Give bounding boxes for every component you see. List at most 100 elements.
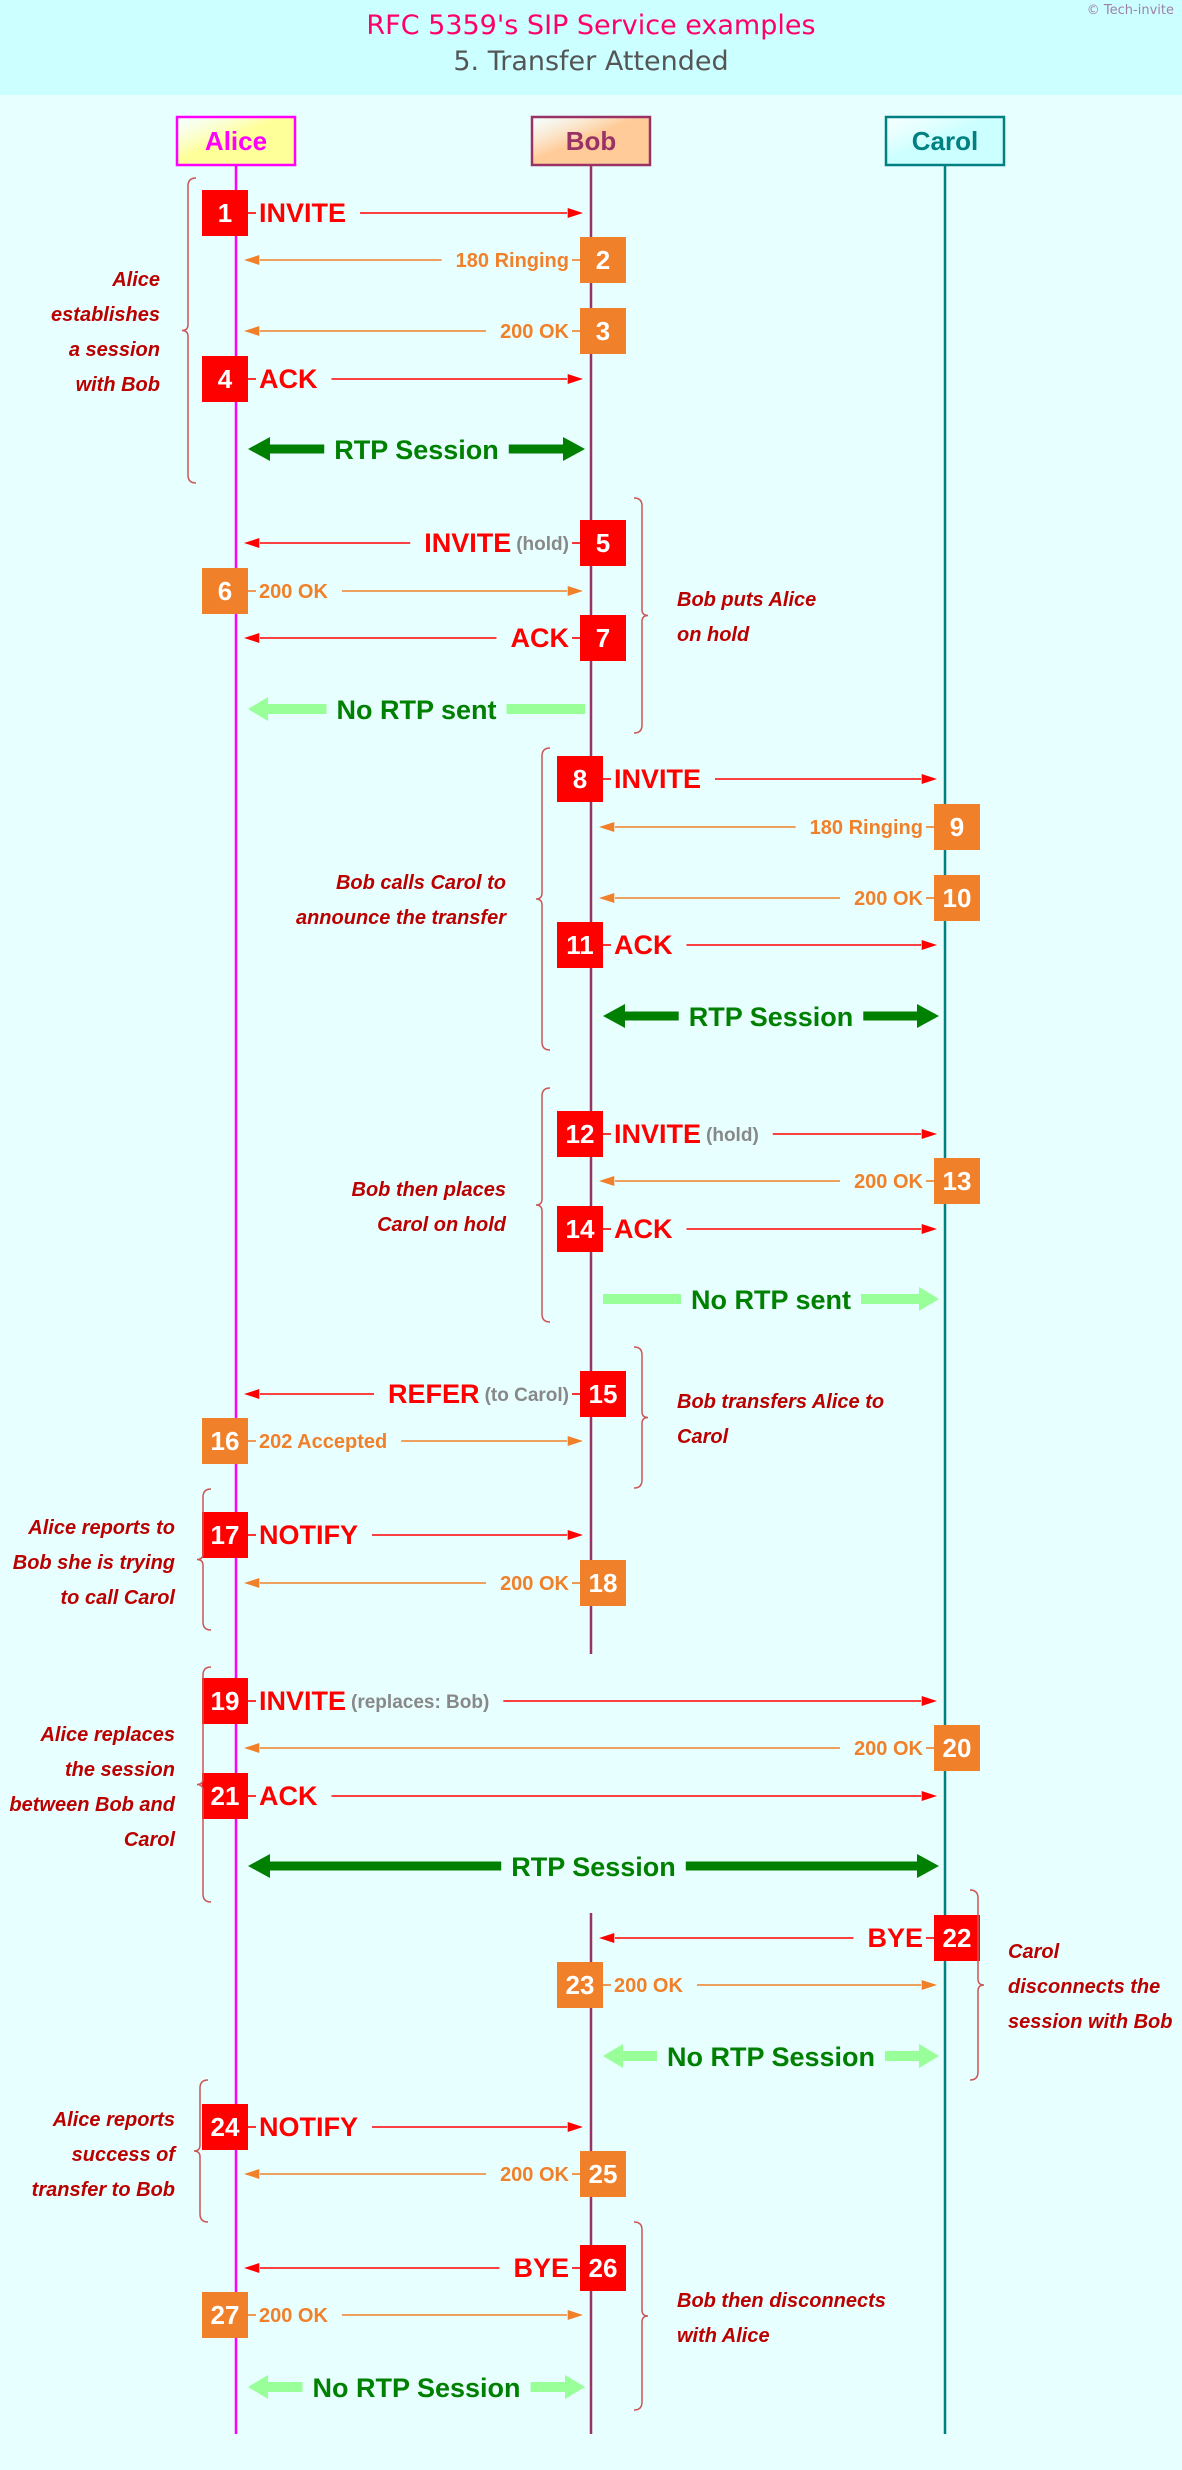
note-line: Bob then places [352, 1179, 506, 1201]
step-number: 21 [211, 1781, 240, 1811]
brace-icon [535, 1087, 551, 1323]
rtp-label: RTP Session [334, 435, 499, 465]
step-number: 8 [573, 764, 587, 794]
message-step-21[interactable]: 21 ACK [202, 1773, 937, 1819]
note-line: Alice reports [52, 2109, 175, 2131]
message-step-24[interactable]: 24 NOTIFY [202, 2104, 583, 2150]
step-number: 6 [218, 576, 232, 606]
message-step-17[interactable]: 17 NOTIFY [202, 1512, 583, 1558]
message-label: 200 OK [854, 1171, 923, 1193]
note-line: Bob transfers Alice to [677, 1391, 884, 1413]
brace-icon [181, 177, 197, 484]
note-line: Alice [111, 269, 160, 291]
rtp-bar [269, 1861, 502, 1871]
message-qualifier: (replaces: Bob) [351, 1692, 489, 1713]
arrow-right-icon [917, 1004, 939, 1028]
message-step-3[interactable]: 3 200 OK [244, 308, 626, 354]
actor-label: Carol [912, 126, 978, 156]
arrowhead-icon [244, 633, 260, 643]
rtp-bar [267, 704, 327, 714]
message-label: ACK [614, 1214, 673, 1244]
arrow-right-icon [917, 1854, 939, 1878]
message-label: ACK [259, 1781, 318, 1811]
rtp-bar [624, 1011, 679, 1021]
annotation-note: Alice establishes a session with Bob [51, 177, 197, 484]
step-number: 14 [566, 1214, 595, 1244]
message-step-10[interactable]: 10 200 OK [599, 875, 980, 921]
no-rtp-indicator: No RTP Session [248, 2373, 585, 2403]
message-step-26[interactable]: 26 BYE [244, 2245, 626, 2291]
actor-alice[interactable]: Alice [175, 115, 297, 167]
brace-icon [196, 1488, 212, 1631]
message-step-27[interactable]: 27 200 OK [202, 2292, 583, 2338]
annotation-note: Bob then disconnects with Alice [633, 2221, 886, 2411]
message-step-4[interactable]: 4 ACK [202, 356, 583, 402]
message-label: ACK [511, 623, 570, 653]
message-label: INVITE [259, 198, 346, 228]
message-step-7[interactable]: 7 ACK [244, 615, 626, 661]
note-line: between Bob and [9, 1794, 175, 1816]
note-line: Bob she is trying [13, 1552, 175, 1574]
message-step-13[interactable]: 13 200 OK [599, 1158, 980, 1204]
message-step-2[interactable]: 2 180 Ringing [244, 237, 626, 283]
message-step-18[interactable]: 18 200 OK [244, 1560, 626, 1606]
actor-bob[interactable]: Bob [530, 115, 652, 167]
arrowhead-icon [599, 1176, 615, 1186]
arrowhead-icon [567, 1436, 583, 1446]
step-number: 20 [943, 1733, 972, 1763]
no-rtp-indicator: No RTP sent [603, 1285, 939, 1315]
note-line: the session [65, 1759, 175, 1781]
actor-label: Bob [566, 126, 617, 156]
message-label: INVITE [614, 764, 701, 794]
step-number: 7 [596, 623, 610, 653]
note-line: Carol [1008, 1941, 1060, 1963]
message-step-9[interactable]: 9 180 Ringing [599, 804, 980, 850]
step-number: 18 [589, 1568, 618, 1598]
message-step-16[interactable]: 16 202 Accepted [202, 1418, 583, 1464]
rtp-session: RTP Session [248, 435, 585, 465]
arrowhead-icon [244, 326, 260, 336]
message-step-25[interactable]: 25 200 OK [244, 2151, 626, 2197]
note-line: success of [72, 2144, 178, 2166]
message-step-22[interactable]: 22 BYE [599, 1915, 980, 1961]
message-step-20[interactable]: 20 200 OK [244, 1725, 980, 1771]
arrowhead-icon [567, 1530, 583, 1540]
message-step-11[interactable]: 11 ACK [557, 922, 937, 968]
rtp-bar [603, 1294, 681, 1304]
step-number: 2 [596, 245, 610, 275]
step-number: 16 [211, 1426, 240, 1456]
note-line: Carol [124, 1829, 176, 1851]
step-number: 10 [943, 883, 972, 913]
rtp-bar [885, 2051, 920, 2061]
message-qualifier: (to Carol) [485, 1385, 569, 1406]
arrowhead-icon [599, 1933, 615, 1943]
message-label: 200 OK [259, 2305, 328, 2327]
arrowhead-icon [244, 1743, 260, 1753]
message-step-15[interactable]: 15 (to Carol)REFER [244, 1371, 626, 1417]
message-step-5[interactable]: 5 (hold)INVITE [244, 520, 626, 566]
step-number: 25 [589, 2159, 618, 2189]
arrowhead-icon [567, 2122, 583, 2132]
arrowhead-icon [921, 1129, 937, 1139]
message-step-19[interactable]: 19 INVITE (replaces: Bob) [202, 1678, 937, 1724]
step-number: 24 [211, 2112, 240, 2142]
arrowhead-icon [567, 586, 583, 596]
annotation-note: Bob puts Alice on hold [633, 497, 816, 734]
step-number: 4 [218, 364, 233, 394]
arrow-left-icon [248, 697, 268, 721]
annotation-note: Alice reports success of transfer to Bob [32, 2079, 209, 2223]
message-label: ACK [259, 364, 318, 394]
message-label: 200 OK [500, 1573, 569, 1595]
message-step-23[interactable]: 23 200 OK [557, 1962, 937, 2008]
message-step-14[interactable]: 14 ACK [557, 1206, 937, 1252]
message-qualifier: (hold) [516, 534, 569, 555]
message-step-12[interactable]: 12 INVITE (hold) [557, 1111, 937, 1157]
annotation-note: Alice reports to Bob she is trying to call… [13, 1488, 212, 1631]
message-step-8[interactable]: 8 INVITE [557, 756, 937, 802]
message-step-6[interactable]: 6 200 OK [202, 568, 583, 614]
annotation-note: Bob transfers Alice to Carol [633, 1346, 884, 1489]
message-step-1[interactable]: 1 INVITE [202, 190, 583, 236]
actor-carol[interactable]: Carol [884, 115, 1006, 167]
message-label: 200 OK [500, 2164, 569, 2186]
step-number: 1 [218, 198, 232, 228]
